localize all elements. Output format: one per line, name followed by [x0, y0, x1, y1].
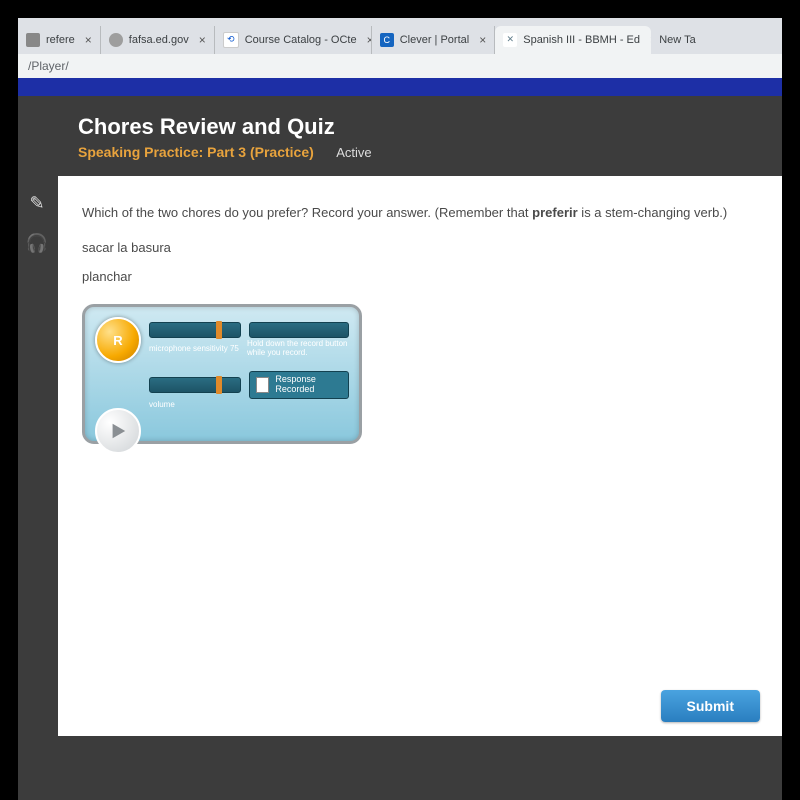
- tab-spanish[interactable]: ✕ Spanish III - BBMH - Ed ×: [495, 26, 651, 54]
- app-frame: Chores Review and Quiz Speaking Practice…: [18, 96, 782, 800]
- tab-label: refere: [46, 34, 75, 46]
- play-button[interactable]: [95, 408, 141, 454]
- app-top-bar: [18, 78, 782, 96]
- volume-label: volume: [149, 401, 349, 491]
- browser-chrome: refere × fafsa.ed.gov × ⟲ Course Catalog…: [18, 18, 782, 78]
- record-hint: Hold down the record button while you re…: [247, 340, 349, 358]
- tab-fafsa[interactable]: fafsa.ed.gov ×: [101, 26, 215, 54]
- tab-label: Course Catalog - OCte: [245, 34, 357, 46]
- tab-reference[interactable]: refere ×: [18, 26, 101, 54]
- record-button[interactable]: R: [95, 317, 141, 363]
- play-icon: [109, 422, 127, 440]
- mic-value: 75: [230, 344, 239, 353]
- record-icon: R: [113, 333, 122, 348]
- chore-option-1: sacar la basura: [82, 240, 758, 255]
- tab-label: New Ta: [659, 34, 695, 46]
- mic-label: microphone sensitivity: [149, 344, 228, 353]
- address-text: /Player/: [28, 59, 69, 73]
- page-subtitle: Speaking Practice: Part 3 (Practice): [78, 144, 314, 160]
- volume-slider[interactable]: [149, 377, 241, 393]
- tab-label: Spanish III - BBMH - Ed: [523, 34, 640, 46]
- favicon: ⟲: [223, 32, 239, 48]
- close-icon[interactable]: ×: [199, 33, 206, 47]
- question-prompt: Which of the two chores do you prefer? R…: [82, 204, 758, 222]
- tab-label: fafsa.ed.gov: [129, 34, 189, 46]
- status-badge: Active: [336, 145, 371, 160]
- tab-strip: refere × fafsa.ed.gov × ⟲ Course Catalog…: [18, 18, 782, 54]
- close-icon[interactable]: ×: [479, 33, 486, 47]
- favicon: ✕: [503, 33, 517, 47]
- favicon: C: [380, 33, 394, 47]
- headphones-icon[interactable]: 🎧: [26, 232, 48, 254]
- tab-clever[interactable]: C Clever | Portal ×: [372, 26, 496, 54]
- response-checkbox[interactable]: [256, 377, 269, 393]
- record-level-meter: [249, 322, 349, 338]
- question-panel: Which of the two chores do you prefer? R…: [58, 176, 782, 736]
- address-bar[interactable]: /Player/: [18, 54, 782, 78]
- tab-course-catalog[interactable]: ⟲ Course Catalog - OCte ×: [215, 26, 372, 54]
- chore-option-2: planchar: [82, 269, 758, 284]
- page-title: Chores Review and Quiz: [78, 114, 752, 140]
- audio-recorder: R microphone sensitivity 75 Hold: [82, 304, 362, 444]
- pencil-icon[interactable]: ✎: [26, 192, 48, 214]
- mic-sensitivity-slider[interactable]: [149, 322, 241, 338]
- submit-button[interactable]: Submit: [661, 690, 760, 722]
- tab-new[interactable]: New Ta: [651, 26, 703, 54]
- tab-label: Clever | Portal: [400, 34, 470, 46]
- close-icon[interactable]: ×: [85, 33, 92, 47]
- favicon: [26, 33, 40, 47]
- response-label: Response Recorded: [275, 375, 342, 395]
- response-recorded-box: Response Recorded: [249, 371, 349, 399]
- favicon: [109, 33, 123, 47]
- tool-sidebar: ✎ 🎧: [26, 192, 48, 254]
- lesson-header: Chores Review and Quiz Speaking Practice…: [18, 114, 782, 176]
